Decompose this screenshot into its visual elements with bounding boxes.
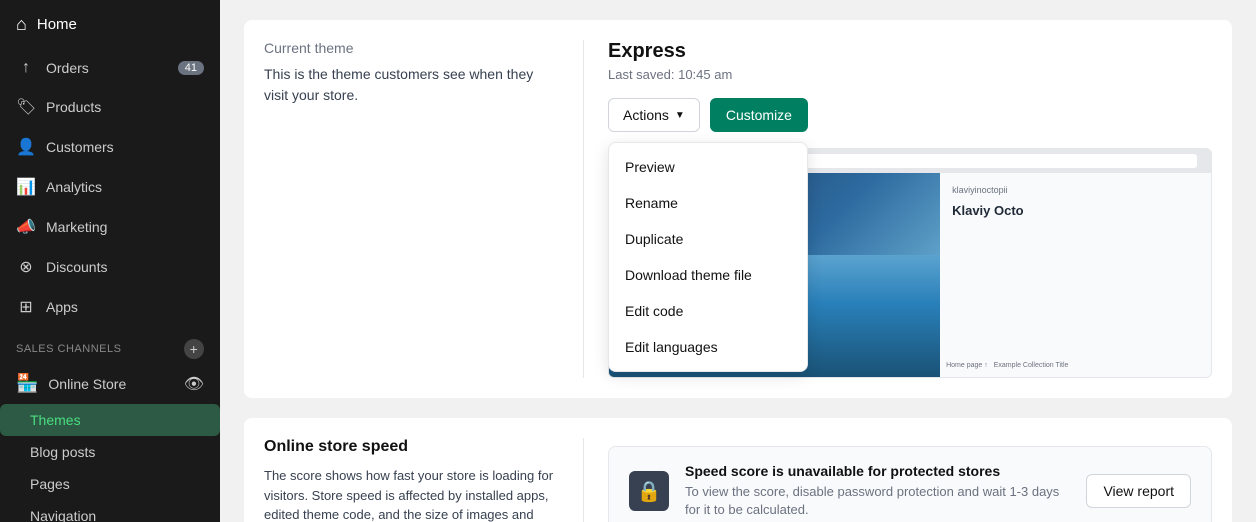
sidebar-item-discounts[interactable]: ⊗ Discounts: [0, 247, 220, 287]
speed-section-title: Online store speed: [264, 438, 559, 456]
online-store-eye-icon: 👁: [184, 374, 204, 394]
current-theme-description: This is the theme customers see when the…: [264, 64, 559, 106]
sidebar-pages-label: Pages: [30, 476, 70, 492]
main-content: Current theme This is the theme customer…: [220, 0, 1256, 522]
lock-icon: 🔒: [629, 471, 669, 511]
sidebar-orders-label: Orders: [46, 60, 89, 76]
speed-unavailable-card: 🔒 Speed score is unavailable for protect…: [608, 446, 1212, 522]
orders-badge: 41: [178, 61, 204, 75]
sales-channels-label: SALES CHANNELS: [16, 343, 121, 355]
actions-label: Actions: [623, 107, 669, 123]
sidebar-discounts-label: Discounts: [46, 259, 107, 275]
online-store-icon: 🏪: [16, 373, 38, 394]
speed-description: The score shows how fast your store is l…: [264, 466, 559, 522]
current-theme-title: Current theme: [264, 40, 559, 56]
sidebar-blog-posts-label: Blog posts: [30, 444, 95, 460]
preview-theme-heading: Klaviy Octo: [952, 203, 1199, 219]
current-theme-section: Current theme This is the theme customer…: [244, 20, 1232, 398]
home-icon: ⌂: [16, 14, 27, 35]
speed-card-text: Speed score is unavailable for protected…: [685, 463, 1070, 519]
customers-icon: 👤: [16, 137, 36, 157]
sidebar-item-analytics[interactable]: 📊 Analytics: [0, 167, 220, 207]
sidebar-online-store-label: Online Store: [48, 376, 126, 392]
sidebar: ⌂ Home ↑ Orders 41 🏷 Products 👤 Customer…: [0, 0, 220, 522]
speed-card-description: To view the score, disable password prot…: [685, 483, 1070, 519]
sidebar-item-apps[interactable]: ⊞ Apps: [0, 287, 220, 327]
analytics-icon: 📊: [16, 177, 36, 197]
theme-last-saved: Last saved: 10:45 am: [608, 67, 1212, 82]
view-report-button[interactable]: View report: [1086, 474, 1191, 508]
sidebar-navigation-label: Navigation: [30, 508, 96, 522]
speed-info-right: 🔒 Speed score is unavailable for protect…: [584, 438, 1212, 522]
speed-card-title: Speed score is unavailable for protected…: [685, 463, 1070, 479]
speed-info-left: Online store speed The score shows how f…: [264, 438, 584, 522]
dropdown-item-edit-code[interactable]: Edit code: [609, 293, 807, 329]
actions-button[interactable]: Actions ▼: [608, 98, 700, 132]
chevron-down-icon: ▼: [675, 110, 685, 121]
sales-channels-section: SALES CHANNELS +: [0, 327, 220, 363]
theme-name: Express: [608, 40, 1212, 63]
actions-dropdown-menu: Preview Rename Duplicate Download theme …: [608, 142, 808, 372]
theme-info-right: Express Last saved: 10:45 am Actions ▼ C…: [584, 40, 1212, 378]
speed-section: Online store speed The score shows how f…: [244, 418, 1232, 522]
dropdown-item-duplicate[interactable]: Duplicate: [609, 221, 807, 257]
sidebar-item-blog-posts[interactable]: Blog posts: [0, 436, 220, 468]
preview-nav-home: Home page ↑: [946, 362, 988, 369]
theme-info-left: Current theme This is the theme customer…: [264, 40, 584, 378]
preview-nav-collection: Example Collection Title: [994, 362, 1069, 369]
sidebar-item-customers[interactable]: 👤 Customers: [0, 127, 220, 167]
preview-content: klaviyinoctopii Klaviy Octo: [940, 173, 1211, 377]
sidebar-customers-label: Customers: [46, 139, 114, 155]
sidebar-item-home[interactable]: ⌂ Home: [0, 0, 220, 49]
theme-actions-bar: Actions ▼ Customize Preview Rename Dupli…: [608, 98, 1212, 132]
customize-button[interactable]: Customize: [710, 98, 808, 132]
apps-icon: ⊞: [16, 297, 36, 317]
sidebar-products-label: Products: [46, 99, 101, 115]
preview-nav-links: Home page ↑ Example Collection Title: [946, 362, 1068, 369]
sidebar-analytics-label: Analytics: [46, 179, 102, 195]
sidebar-item-orders[interactable]: ↑ Orders 41: [0, 49, 220, 87]
discounts-icon: ⊗: [16, 257, 36, 277]
sidebar-item-marketing[interactable]: 📣 Marketing: [0, 207, 220, 247]
sidebar-item-pages[interactable]: Pages: [0, 468, 220, 500]
sidebar-item-navigation[interactable]: Navigation: [0, 500, 220, 522]
dropdown-item-rename[interactable]: Rename: [609, 185, 807, 221]
marketing-icon: 📣: [16, 217, 36, 237]
sidebar-themes-label: Themes: [30, 412, 81, 428]
products-icon: 🏷: [16, 97, 36, 117]
dropdown-item-edit-languages[interactable]: Edit languages: [609, 329, 807, 365]
sidebar-item-online-store[interactable]: 🏪 Online Store 👁: [0, 363, 220, 404]
sidebar-item-themes[interactable]: Themes: [0, 404, 220, 436]
dropdown-item-download-theme-file[interactable]: Download theme file: [609, 257, 807, 293]
orders-icon: ↑: [16, 59, 36, 77]
sidebar-apps-label: Apps: [46, 299, 78, 315]
sidebar-item-products[interactable]: 🏷 Products: [0, 87, 220, 127]
preview-store-name: klaviyinoctopii: [952, 185, 1199, 195]
sidebar-home-label: Home: [37, 16, 77, 33]
dropdown-item-preview[interactable]: Preview: [609, 149, 807, 185]
add-sales-channel-button[interactable]: +: [184, 339, 204, 359]
sidebar-marketing-label: Marketing: [46, 219, 107, 235]
